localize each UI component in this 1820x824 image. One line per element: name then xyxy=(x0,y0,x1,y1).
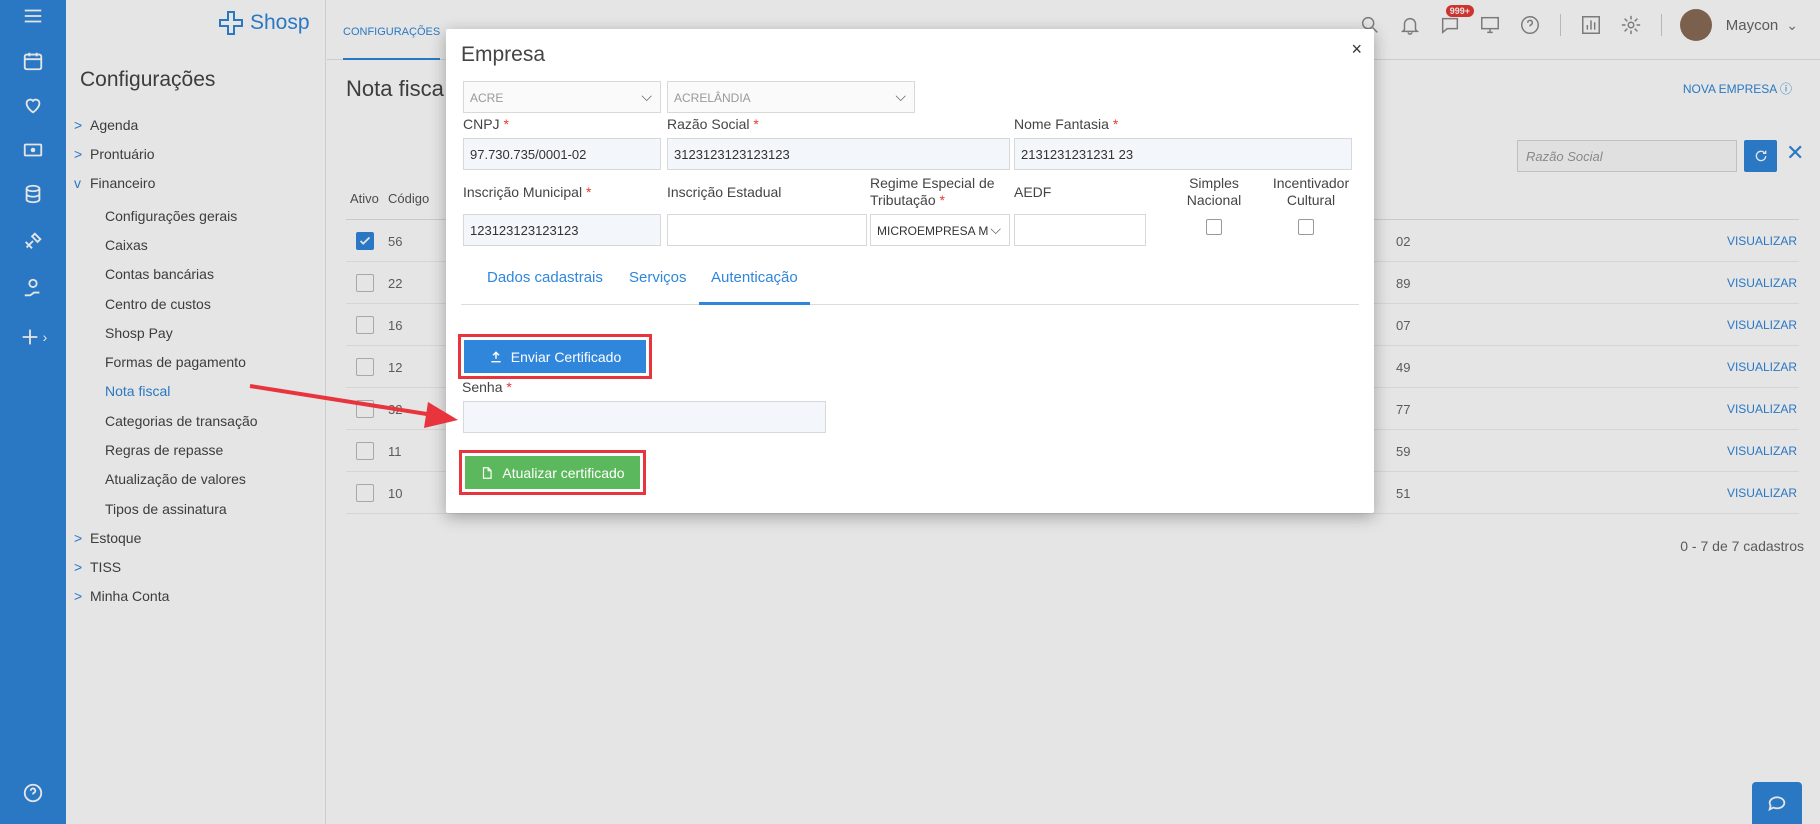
nome-fantasia-label: Nome Fantasia * xyxy=(1014,116,1119,132)
incentivador-cultural-checkbox[interactable] xyxy=(1298,219,1314,235)
regime-value: MICROEMPRESA M xyxy=(877,224,989,238)
inscricao-estadual-field[interactable] xyxy=(667,214,867,246)
chevron-down-icon: ⌵ xyxy=(641,88,652,104)
empresa-modal: Empresa × ACRE ⌵ ACRELÂNDIA ⌵ CNPJ * 97.… xyxy=(446,29,1374,513)
modal-title: Empresa xyxy=(461,43,546,66)
upload-icon xyxy=(491,350,501,362)
senha-field[interactable] xyxy=(463,401,826,433)
cnpj-label: CNPJ * xyxy=(463,116,509,132)
simples-nacional-checkbox[interactable] xyxy=(1206,219,1222,235)
button-label: Atualizar certificado xyxy=(502,464,625,481)
tab-autenticacao[interactable]: Autenticação xyxy=(699,269,810,305)
inscricao-estadual-label: Inscrição Estadual xyxy=(667,184,782,200)
inscricao-municipal-field[interactable]: 123123123123123 xyxy=(463,214,661,246)
razao-social-label: Razão Social * xyxy=(667,116,759,132)
regime-select[interactable]: MICROEMPRESA M ⌵ xyxy=(870,214,1010,246)
estado-value: ACRE xyxy=(470,91,504,105)
razao-social-field[interactable]: 3123123123123123 xyxy=(667,138,1010,170)
aedf-field[interactable] xyxy=(1014,214,1146,246)
file-icon xyxy=(483,466,493,479)
chevron-down-icon: ⌵ xyxy=(895,88,906,104)
senha-label: Senha * xyxy=(462,379,512,395)
chevron-down-icon: ⌵ xyxy=(990,221,1001,237)
cidade-select[interactable]: ACRELÂNDIA ⌵ xyxy=(667,81,915,113)
simples-nacional-label: Simples Nacional xyxy=(1186,175,1242,208)
atualizar-certificado-button[interactable]: Atualizar certificado xyxy=(465,456,640,489)
enviar-certificado-button[interactable]: Enviar Certificado xyxy=(464,340,646,373)
tab-servicos[interactable]: Serviços xyxy=(629,269,687,305)
cidade-value: ACRELÂNDIA xyxy=(674,91,751,105)
regime-especial-label: Regime Especial de Tributação * xyxy=(870,175,995,208)
annotation-arrow xyxy=(249,384,458,428)
inscricao-municipal-label: Inscrição Municipal * xyxy=(463,184,592,200)
incentivador-cultural-label: Incentivador Cultural xyxy=(1272,175,1350,208)
close-icon[interactable]: × xyxy=(1351,39,1362,60)
aedf-label: AEDF xyxy=(1014,184,1052,200)
modal-tabs: Dados cadastrais Serviços Autenticação xyxy=(461,269,1359,305)
tab-dados-cadastrais[interactable]: Dados cadastrais xyxy=(487,269,603,305)
cnpj-field[interactable]: 97.730.735/0001-02 xyxy=(463,138,661,170)
button-label: Enviar Certificado xyxy=(510,348,622,365)
nome-fantasia-field[interactable]: 2131231231231 23 xyxy=(1014,138,1352,170)
estado-select[interactable]: ACRE ⌵ xyxy=(463,81,661,113)
